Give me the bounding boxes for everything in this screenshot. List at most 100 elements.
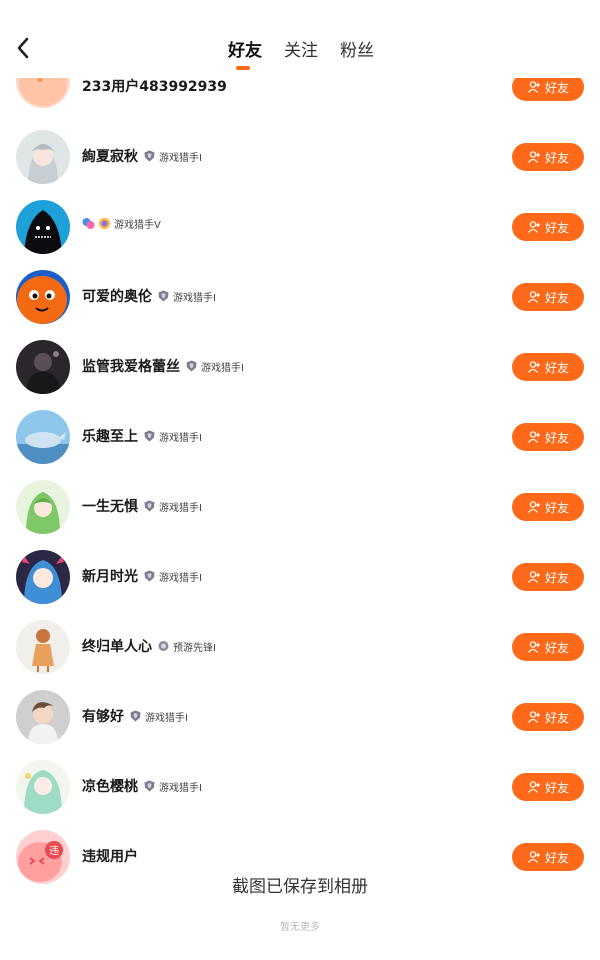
friend-button-label: 好友 [544, 780, 569, 795]
add-friend-icon [527, 641, 540, 653]
friend-name: 新月时光 [82, 569, 138, 585]
add-friend-icon [527, 221, 540, 233]
friend-button[interactable]: 好友 [512, 703, 584, 731]
friend-info: 监管我爱格蕾丝 游戏猎手I [82, 356, 244, 376]
list-item[interactable]: 可爱的奥伦 游戏猎手I 好友 [0, 260, 600, 330]
avatar[interactable] [16, 130, 70, 184]
tab-bar: 好友 关注 粉丝 [0, 36, 600, 76]
tab-friends[interactable]: 好友 [228, 36, 262, 61]
friend-name: 絢夏寂秋 [82, 149, 138, 165]
list-item[interactable]: 絢夏寂秋 游戏猎手I 好友 [0, 120, 600, 190]
top-bar: 好友 关注 粉丝 [0, 0, 600, 78]
friend-name: 凉色樱桃 [82, 779, 138, 795]
avatar[interactable] [16, 690, 70, 744]
friend-info: 违规用户 [82, 846, 138, 866]
badge-label: 游戏猎手I [159, 432, 202, 444]
friend-button[interactable]: 好友 [512, 843, 584, 871]
friend-button[interactable]: 好友 [512, 143, 584, 171]
avatar[interactable] [16, 340, 70, 394]
friend-button-label: 好友 [544, 640, 569, 655]
badge-label: 游戏猎手I [159, 782, 202, 794]
friend-button[interactable]: 好友 [512, 493, 584, 521]
avatar[interactable] [16, 410, 70, 464]
friend-button-label: 好友 [544, 850, 569, 865]
friend-info: 有够好 游戏猎手I [82, 706, 188, 726]
list-item[interactable]: 终归单人心 预游先锋I 好友 [0, 610, 600, 680]
anime-girl-avatar-icon [16, 130, 70, 184]
toast-message: 截图已保存到相册 [232, 877, 368, 897]
friend-button-label: 好友 [544, 150, 569, 165]
list-item[interactable]: 一生无惧 游戏猎手I 好友 [0, 470, 600, 540]
friend-button[interactable]: 好友 [512, 563, 584, 591]
friend-button[interactable]: 好友 [512, 633, 584, 661]
tab-following[interactable]: 关注 [284, 36, 318, 61]
blue-hair-avatar-icon [16, 550, 70, 604]
friend-name: 终归单人心 [82, 639, 152, 655]
friend-button-label: 好友 [544, 80, 569, 95]
list-item[interactable]: 监管我爱格蕾丝 游戏猎手I 好友 [0, 330, 600, 400]
shield-badge-icon [144, 780, 155, 792]
green-hair-avatar-icon [16, 480, 70, 534]
friend-name: 一生无惧 [82, 499, 138, 515]
add-friend-icon [527, 851, 540, 863]
friend-button[interactable]: 好友 [512, 213, 584, 241]
badge-label: 预游先锋I [173, 642, 216, 654]
list-item[interactable]: 游戏猎手V 好友 [0, 190, 600, 260]
friend-name: 可爱的奥伦 [82, 289, 152, 305]
avatar[interactable] [16, 760, 70, 814]
friend-info: 凉色樱桃 游戏猎手I [82, 776, 202, 796]
friend-button[interactable]: 好友 [512, 423, 584, 451]
active-tab-indicator [236, 66, 250, 70]
avatar[interactable] [16, 270, 70, 324]
avatar[interactable] [16, 200, 70, 254]
add-friend-icon [527, 431, 540, 443]
shield-badge-icon [144, 500, 155, 512]
badge-label: 游戏猎手I [173, 292, 216, 304]
friend-button-label: 好友 [544, 360, 569, 375]
shield-badge-icon [144, 430, 155, 442]
friend-button-label: 好友 [544, 710, 569, 725]
tab-fans[interactable]: 粉丝 [340, 36, 374, 61]
no-more-label: 暂无更多 [280, 922, 320, 933]
badge-label: 游戏猎手I [201, 362, 244, 374]
shield-badge-icon [144, 570, 155, 582]
theater-masks-icon [82, 218, 95, 229]
avatar[interactable] [16, 620, 70, 674]
friend-button[interactable]: 好友 [512, 353, 584, 381]
friend-name: 监管我爱格蕾丝 [82, 359, 180, 375]
add-friend-icon [527, 571, 540, 583]
dark-figure-avatar-icon [16, 340, 70, 394]
avatar[interactable] [16, 480, 70, 534]
list-item[interactable]: 新月时光 游戏猎手I 好友 [0, 540, 600, 610]
friend-name: 233用户483992939 [82, 79, 227, 95]
friend-button[interactable]: 好友 [512, 773, 584, 801]
shield-badge-icon [186, 360, 197, 372]
shield-badge-icon [130, 710, 141, 722]
friend-info: 一生无惧 游戏猎手I [82, 496, 202, 516]
friend-name: 有够好 [82, 709, 124, 725]
add-friend-icon [527, 151, 540, 163]
list-item[interactable]: 凉色樱桃 游戏猎手I 好友 [0, 750, 600, 820]
friend-button-label: 好友 [544, 290, 569, 305]
blue-whale-avatar-icon [16, 410, 70, 464]
friend-info: 终归单人心 预游先锋I [82, 636, 216, 656]
list-item[interactable]: 有够好 游戏猎手I 好友 [0, 680, 600, 750]
violation-mark: 违 [49, 845, 59, 857]
friend-name: 乐趣至上 [82, 429, 138, 445]
friend-button-label: 好友 [544, 430, 569, 445]
badge-label: 游戏猎手I [145, 712, 188, 724]
list-item[interactable]: 乐趣至上 游戏猎手I 好友 [0, 400, 600, 470]
colorful-badge-icon [99, 218, 110, 229]
avatar[interactable] [16, 550, 70, 604]
friend-button-label: 好友 [544, 220, 569, 235]
add-friend-icon [527, 501, 540, 513]
friend-info: 233用户483992939 [82, 76, 227, 96]
friend-info: 絢夏寂秋 游戏猎手I [82, 146, 202, 166]
friend-button-label: 好友 [544, 500, 569, 515]
badge-label: 游戏猎手V [114, 220, 161, 231]
shield-badge-icon [144, 150, 155, 162]
orange-character-avatar-icon [16, 270, 70, 324]
dark-monster-avatar-icon [16, 200, 70, 254]
friend-button[interactable]: 好友 [512, 283, 584, 311]
friend-button-label: 好友 [544, 570, 569, 585]
